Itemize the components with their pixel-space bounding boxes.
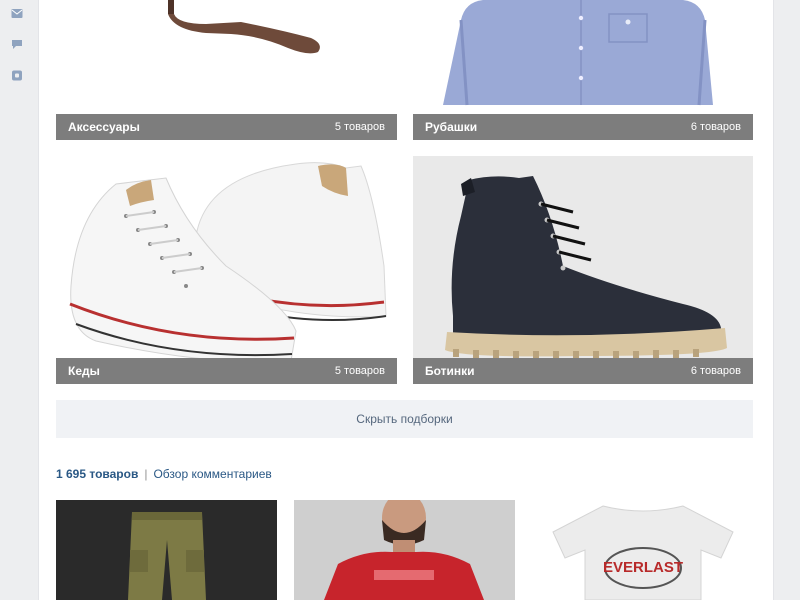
chat-icon[interactable] xyxy=(11,39,23,50)
collection-count: 5 товаров xyxy=(334,121,385,133)
everlast-print: EVERLAST xyxy=(603,559,683,576)
collection-tile-boots[interactable]: Ботинки 6 товаров xyxy=(413,156,753,384)
red-tshirt-man-image xyxy=(294,500,515,600)
collection-name: Аксессуары xyxy=(68,120,140,134)
products-meta: 1 695 товаров | Обзор комментариев xyxy=(56,467,272,481)
collection-count: 5 товаров xyxy=(334,365,385,377)
collection-caption: Ботинки 6 товаров xyxy=(413,358,753,384)
product-item[interactable]: EVERLAST xyxy=(533,500,754,600)
collection-name: Ботинки xyxy=(425,364,475,378)
collection-tile-shirts[interactable]: Рубашки 6 товаров xyxy=(413,0,753,140)
comments-overview-link[interactable]: Обзор комментариев xyxy=(153,467,271,481)
boot-image xyxy=(413,156,753,384)
meta-separator: | xyxy=(144,467,148,481)
sneakers-image xyxy=(56,156,397,384)
product-item[interactable] xyxy=(56,500,277,600)
hide-collections-button[interactable]: Скрыть подборки xyxy=(56,400,753,438)
collection-count: 6 товаров xyxy=(690,365,741,377)
left-sidebar xyxy=(0,0,36,600)
product-item[interactable] xyxy=(294,500,515,600)
collection-name: Рубашки xyxy=(425,120,478,134)
collection-tile-sneakers[interactable]: Кеды 5 товаров xyxy=(56,156,397,384)
collection-caption: Аксессуары 5 товаров xyxy=(56,114,397,140)
gear-icon[interactable] xyxy=(11,70,23,81)
everlast-tshirt-image: EVERLAST xyxy=(533,500,754,600)
mail-icon[interactable] xyxy=(11,8,23,19)
collection-caption: Рубашки 6 товаров xyxy=(413,114,753,140)
cargo-pants-image xyxy=(56,500,277,600)
collection-count: 6 товаров xyxy=(690,121,741,133)
collection-caption: Кеды 5 товаров xyxy=(56,358,397,384)
market-panel: Аксессуары 5 товаров Рубашки 6 товаров К… xyxy=(38,0,774,600)
collection-name: Кеды xyxy=(68,364,100,378)
collection-tile-accessories[interactable]: Аксессуары 5 товаров xyxy=(56,0,397,140)
products-count: 1 695 товаров xyxy=(56,467,139,481)
